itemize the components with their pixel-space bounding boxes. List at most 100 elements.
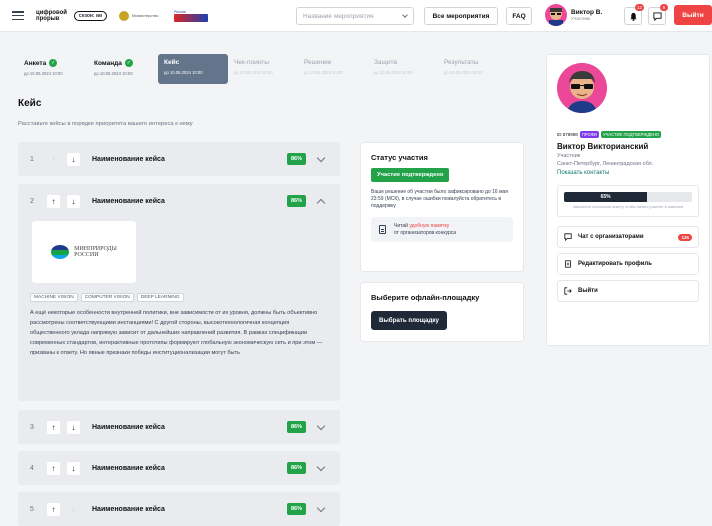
case-item: 1 ↑ ↓ Наименование кейса 86% xyxy=(18,142,340,176)
partner-logo-2: Россия xyxy=(174,8,209,24)
case-header[interactable]: 4 ↑ ↓ Наименование кейса 86% xyxy=(18,451,340,485)
logout-button[interactable]: Выйти xyxy=(674,5,712,25)
tab-checkpoints[interactable]: Чек-поинты до 10.05.2024 10:00 xyxy=(228,54,298,84)
case-number: 3 xyxy=(30,423,34,431)
case-details: МИНПРИРОДЫ РОССИИ MACHINE VISION COMPUTE… xyxy=(18,218,340,368)
show-contacts-link[interactable]: Показать контакты xyxy=(557,170,699,176)
step-date: до 10.05.2024 10:00 xyxy=(374,70,413,75)
case-item: 3 ↑ ↓ Наименование кейса 86% xyxy=(18,410,340,444)
menu-label: Редактировать профиль xyxy=(578,261,652,267)
case-name: Наименование кейса xyxy=(92,505,165,513)
logout-menu-button[interactable]: Выйти xyxy=(557,280,699,302)
step-title: Решение xyxy=(304,59,332,66)
avatar xyxy=(557,63,607,113)
check-icon: ✓ xyxy=(124,59,133,67)
case-header[interactable]: 3 ↑ ↓ Наименование кейса 86% xyxy=(18,410,340,444)
chevron-down-icon[interactable] xyxy=(316,153,326,162)
match-badge: 86% xyxy=(286,195,306,207)
step-title: Кейс xyxy=(164,59,180,66)
all-events-button[interactable]: Все мероприятия xyxy=(424,7,498,25)
event-select[interactable]: Название мероприятия xyxy=(296,7,414,25)
case-description: А ещё некоторые особенности внутренней п… xyxy=(30,310,323,356)
step-title: Чек-поинты xyxy=(234,59,269,66)
move-down-button: ↓ xyxy=(71,504,76,514)
check-icon: ✓ xyxy=(49,59,58,67)
choose-venue-button[interactable]: Выбрать площадку xyxy=(371,311,447,330)
step-date: до 10.05.2024 10:00 xyxy=(304,70,343,75)
tab-anketa[interactable]: Анкета ✓ до 10.05.2024 10:00 xyxy=(18,54,88,84)
case-header[interactable]: 5 ↑ ↓ Наименование кейса 86% xyxy=(18,492,340,526)
org-logo-text-2: РОССИИ xyxy=(74,252,99,258)
chevron-down-icon[interactable] xyxy=(316,421,326,430)
case-name: Наименование кейса xyxy=(92,423,165,431)
logout-icon xyxy=(564,287,572,295)
case-number: 2 xyxy=(30,197,34,205)
move-up-button[interactable]: ↑ xyxy=(47,420,60,434)
profile-panel: ID 878998 ПРОФИ УЧАСТИЕ ПОДТВЕРЖДЕНО Вик… xyxy=(546,54,710,346)
move-up-button[interactable]: ↑ xyxy=(47,194,60,208)
avatar[interactable] xyxy=(545,4,567,26)
move-down-button[interactable]: ↓ xyxy=(67,420,80,434)
move-up-button[interactable]: ↑ xyxy=(47,502,60,516)
messages-button[interactable]: 5 xyxy=(648,4,668,25)
tag: MACHINE VISION xyxy=(30,293,78,302)
step-title: Защита xyxy=(374,59,398,66)
profile-city: Санкт-Петербург, Ленинградская обл. xyxy=(557,161,654,167)
menu-icon[interactable] xyxy=(12,11,24,20)
faq-button[interactable]: FAQ xyxy=(506,7,532,25)
match-badge: 86% xyxy=(286,462,306,474)
chevron-up-icon[interactable] xyxy=(316,198,326,207)
case-number: 4 xyxy=(30,464,34,472)
chat-with-organizers-button[interactable]: Чат с организаторами 125 xyxy=(557,226,699,248)
logo-text-1: цифровой xyxy=(36,9,67,16)
case-item: 2 ↑ ↓ Наименование кейса 86% МИНПРИРОДЫ … xyxy=(18,184,340,401)
unread-count: 125 xyxy=(678,233,692,241)
move-down-button[interactable]: ↓ xyxy=(67,194,80,208)
case-name: Наименование кейса xyxy=(92,155,165,163)
memo-box: Читай удобную памятку от организаторов к… xyxy=(371,217,513,242)
profile-role: Участник xyxy=(557,153,581,159)
move-down-button[interactable]: ↓ xyxy=(67,461,80,475)
step-title: Анкета xyxy=(24,59,47,67)
progress-steps: Анкета ✓ до 10.05.2024 10:00 Команда ✓ до … xyxy=(18,54,508,84)
case-header[interactable]: 1 ↑ ↓ Наименование кейса 86% xyxy=(18,142,340,176)
case-number: 5 xyxy=(30,505,34,513)
menu-label: Чат с организаторами xyxy=(578,234,644,240)
user-role: Участник xyxy=(571,16,590,21)
memo-link[interactable]: удобную памятку xyxy=(409,223,449,229)
messages-count: 5 xyxy=(660,4,668,11)
page-title: Кейс xyxy=(18,98,42,109)
case-name: Наименование кейса xyxy=(92,197,165,205)
tab-case[interactable]: Кейс до 10.05.2024 10:00 xyxy=(158,54,228,84)
move-down-button[interactable]: ↓ xyxy=(67,152,80,166)
tab-team[interactable]: Команда ✓ до 10.05.2024 10:00 xyxy=(88,54,158,84)
step-title: Результаты xyxy=(444,59,479,66)
tab-solution[interactable]: Решение до 10.05.2024 10:00 xyxy=(298,54,368,84)
step-date: до 10.05.2024 10:00 xyxy=(234,70,273,75)
progress-bar: 65% xyxy=(564,192,692,202)
chevron-down-icon[interactable] xyxy=(316,462,326,471)
chevron-down-icon[interactable] xyxy=(316,503,326,512)
case-header[interactable]: 2 ↑ ↓ Наименование кейса 86% xyxy=(18,184,340,218)
chat-icon xyxy=(652,11,662,21)
ministry-emblem-icon xyxy=(51,245,70,259)
logo-text-2: прорыв xyxy=(36,15,60,22)
notifications-button[interactable]: 12 xyxy=(624,4,644,25)
profile-completion: 65% Заполните полностью анкету чтобы нач… xyxy=(557,185,699,217)
step-date: до 10.05.2024 10:00 xyxy=(24,71,63,76)
partner-1-text: Министерство xyxy=(132,12,159,18)
tab-defense[interactable]: Защита до 10.05.2024 10:00 xyxy=(368,54,438,84)
organization-logo: МИНПРИРОДЫ РОССИИ xyxy=(32,221,136,283)
participation-confirmed-button[interactable]: Участие подтверждено xyxy=(371,168,450,182)
case-number: 1 xyxy=(30,155,34,163)
season-pill: сезон: ии xyxy=(73,10,108,21)
logo[interactable]: цифровой прорыв сезон: ии xyxy=(36,9,108,22)
progress-bar-fill: 65% xyxy=(564,192,648,202)
edit-profile-button[interactable]: Редактировать профиль xyxy=(557,253,699,275)
move-up-button[interactable]: ↑ xyxy=(47,461,60,475)
status-badge: ПРОФИ xyxy=(579,131,599,138)
tag: COMPUTER VISION xyxy=(80,293,134,302)
tab-results[interactable]: Результаты до 10.05.2024 10:00 xyxy=(438,54,508,84)
user-menu[interactable]: Виктор В. Участник xyxy=(545,4,602,26)
partner-logo-1: Министерство xyxy=(119,10,160,21)
